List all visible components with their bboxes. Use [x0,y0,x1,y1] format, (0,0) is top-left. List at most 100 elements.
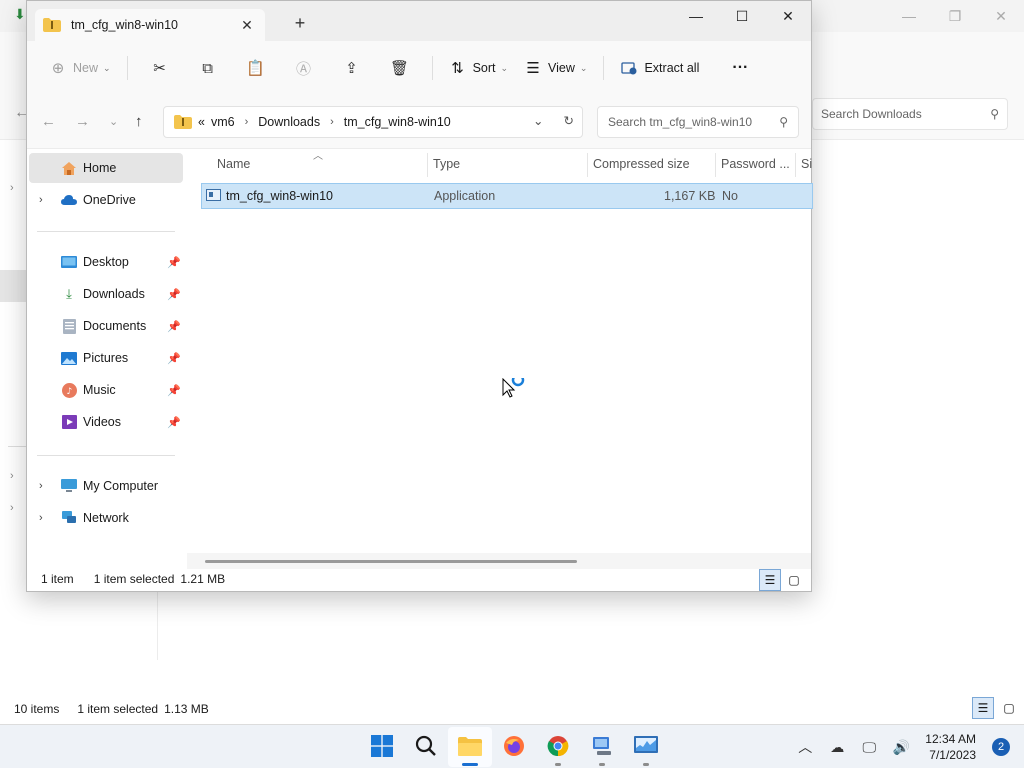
chevron-right-icon[interactable]: › [39,480,43,492]
windows-logo-icon [371,734,393,760]
address-dropdown-icon[interactable]: ⌄ [533,113,543,128]
file-explorer-icon [458,736,482,759]
nav-item-home[interactable]: Home [29,153,183,183]
start-button[interactable] [360,727,404,767]
nav-item-desktop[interactable]: Desktop 📌 [27,247,185,277]
nav-item-downloads[interactable]: ⤓ Downloads 📌 [27,279,185,309]
chevron-right-icon[interactable]: › [10,182,14,194]
copy-button[interactable]: ⧉ [184,51,232,85]
nav-label-pictures: Pictures [83,351,129,365]
volume-icon[interactable]: 🔊 [885,739,917,756]
cut-button[interactable]: ✂ [136,51,184,85]
notification-badge[interactable]: 2 [992,738,1010,756]
file-password: No [722,189,738,203]
rename-button[interactable]: Ⓐ [280,51,328,85]
forward-arrow-icon[interactable]: → [75,113,90,130]
nav-label-documents: Documents [83,319,147,333]
network-status-icon[interactable]: 🖵 [853,739,885,756]
close-icon[interactable]: ✕ [978,0,1024,32]
minimize-icon[interactable]: — [673,1,719,31]
back-arrow-icon[interactable]: ← [41,113,56,130]
chevron-right-icon[interactable]: › [39,512,43,524]
chevron-up-icon[interactable]: ︿ [789,737,821,757]
background-item-count: 10 items [14,702,60,716]
breadcrumb-current-folder[interactable]: tm_cfg_win8-win10 [344,115,451,129]
column-header-type[interactable]: Type [433,157,460,171]
column-header-password[interactable]: Password ... [721,157,790,171]
refresh-icon[interactable]: ↻ [564,113,574,128]
remote-computer-taskbar-button[interactable] [580,727,624,767]
share-button[interactable]: ⇪ [328,51,376,85]
window-tab[interactable]: tm_cfg_win8-win10 ✕ [35,9,265,41]
breadcrumb-overflow[interactable]: « [198,115,205,129]
delete-button[interactable]: 🗑 [376,51,424,85]
table-row[interactable]: tm_cfg_win8-win10 Application 1,167 KB N… [201,183,813,209]
new-button[interactable]: ⊕ New ⌄ [41,51,119,85]
file-list: ︿ Name Type Compressed size Password ...… [187,149,813,569]
cloud-offline-icon[interactable]: ☁ [821,739,853,756]
busy-cursor-icon [502,373,532,408]
extract-all-label: Extract all [644,61,700,75]
clock[interactable]: 12:34 AM 7/1/2023 [925,731,976,763]
sort-button[interactable]: ⇅ Sort ⌄ [441,51,516,85]
new-tab-button[interactable]: + [289,13,311,34]
close-icon[interactable]: ✕ [765,1,811,31]
extract-all-button[interactable]: Extract all [612,51,707,85]
nav-item-pictures[interactable]: Pictures 📌 [27,343,185,373]
chevron-right-icon[interactable]: › [330,116,334,128]
maximize-icon[interactable]: ☐ [719,1,765,31]
chrome-taskbar-button[interactable] [536,727,580,767]
address-bar[interactable]: « vm6 › Downloads › tm_cfg_win8-win10 ⌄ … [163,106,583,138]
search-taskbar-button[interactable] [404,727,448,767]
nav-item-my-computer[interactable]: › My Computer [27,471,185,501]
chevron-right-icon[interactable]: › [10,470,14,482]
pictures-icon [61,350,77,366]
breadcrumb-downloads[interactable]: Downloads [258,115,320,129]
background-selected-count: 1 item selected [77,702,159,716]
search-box[interactable]: Search tm_cfg_win8-win10 ⚲ [597,106,799,138]
view-button[interactable]: ☰ View ⌄ [516,51,595,85]
titlebar: tm_cfg_win8-win10 ✕ + — ☐ ✕ [27,1,811,41]
trash-icon: 🗑 [390,60,410,77]
chevron-down-icon: ⌄ [579,62,588,73]
status-bar: 1 item 1 item selected 1.21 MB ☰ ▢ [27,567,811,591]
recent-locations-icon[interactable]: ⌄ [109,115,118,128]
nav-item-music[interactable]: ♪ Music 📌 [27,375,185,405]
details-view-icon[interactable]: ☰ [759,569,781,591]
column-header-compressed-size[interactable]: Compressed size [593,157,690,171]
copy-icon: ⧉ [202,59,213,77]
pin-icon: 📌 [167,416,181,429]
window-controls: — ☐ ✕ [673,1,811,31]
up-arrow-icon[interactable]: ↑ [135,113,143,130]
nav-item-onedrive[interactable]: › OneDrive [27,185,185,215]
details-view-icon[interactable]: ☰ [972,697,994,719]
file-explorer-taskbar-button[interactable] [448,727,492,767]
search-icon: ⚲ [990,107,999,121]
nav-item-documents[interactable]: Documents 📌 [27,311,185,341]
file-compressed-size: 1,167 KB [664,189,716,203]
paste-button[interactable]: 📋 [232,51,280,85]
restore-icon[interactable]: ❐ [932,0,978,32]
nav-label-downloads: Downloads [83,287,145,301]
chevron-right-icon[interactable]: › [245,116,249,128]
document-icon [61,318,77,334]
more-options-button[interactable]: ··· [724,51,756,85]
monitor-app-taskbar-button[interactable] [624,727,668,767]
video-icon [61,414,77,430]
background-search-box[interactable]: Search Downloads ⚲ [812,98,1008,130]
firefox-taskbar-button[interactable] [492,727,536,767]
chevron-right-icon[interactable]: › [10,502,14,514]
tiles-view-icon[interactable]: ▢ [783,569,805,591]
chevron-right-icon[interactable]: › [39,194,43,206]
close-tab-icon[interactable]: ✕ [237,17,257,34]
nav-item-network[interactable]: › Network [27,503,185,533]
column-header-name[interactable]: Name [217,157,250,171]
breadcrumb-vm6[interactable]: vm6 [211,115,235,129]
horizontal-scroll-thumb[interactable] [205,560,577,563]
nav-item-videos[interactable]: Videos 📌 [27,407,185,437]
minimize-icon[interactable]: — [886,0,932,32]
tiles-view-icon[interactable]: ▢ [998,697,1020,719]
background-selected-size: 1.13 MB [164,702,209,716]
column-header-size[interactable]: Si [801,157,812,171]
file-name: tm_cfg_win8-win10 [226,189,333,203]
